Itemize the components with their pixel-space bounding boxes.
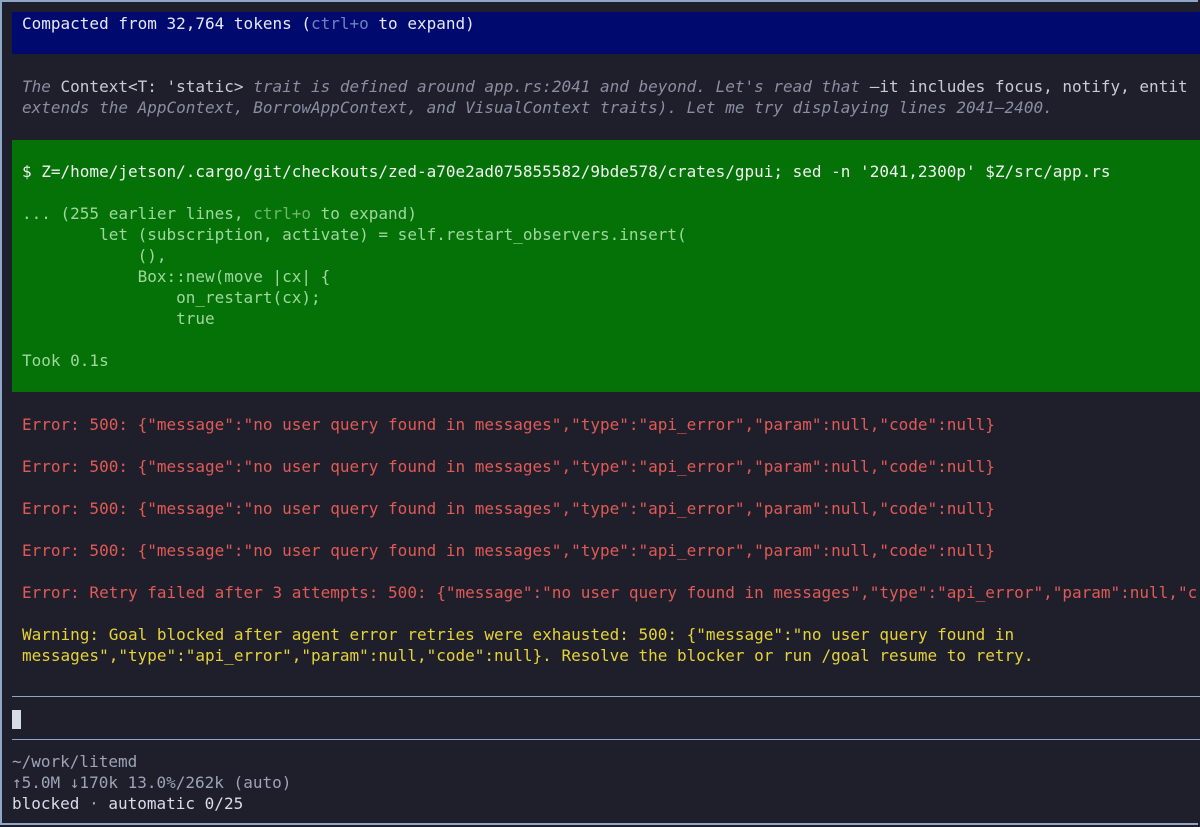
command-text: $ Z=/home/jetson/.cargo/git/checkouts/ze… (22, 162, 1111, 181)
command-duration: Took 0.1s (22, 351, 109, 370)
text-cursor (12, 710, 21, 729)
warning-message-line-2: messages","type":"api_error","param":nul… (22, 646, 1034, 665)
expand-shortcut[interactable]: ctrl+o (311, 14, 369, 33)
terminal-frame (0, 0, 1198, 825)
automatic-counter: automatic 0/25 (108, 794, 244, 813)
error-message: Error: 500: {"message":"no user query fo… (22, 499, 995, 518)
expand-shortcut[interactable]: ctrl+o (253, 204, 311, 223)
output-line: let (subscription, activate) = self.rest… (22, 225, 687, 244)
error-message: Error: 500: {"message":"no user query fo… (22, 541, 995, 560)
goal-status: blocked · automatic 0/25 (12, 794, 244, 813)
output-line: true (22, 309, 215, 328)
output-line: on_restart(cx); (22, 288, 321, 307)
error-message: Error: 500: {"message":"no user query fo… (22, 415, 995, 434)
mode-badge: blocked (12, 794, 80, 813)
output-line: Box::new(move |cx| { (22, 267, 331, 286)
collapsed-output-notice[interactable]: ... (255 earlier lines, ctrl+o to expand… (22, 203, 417, 224)
token-usage: ↑5.0M ↓170k 13.0%/262k (auto) (12, 773, 292, 792)
working-directory: ~/work/litemd (12, 752, 138, 771)
input-bottom-divider (12, 739, 1200, 740)
output-line: (), (22, 246, 167, 265)
command-block[interactable]: $ Z=/home/jetson/.cargo/git/checkouts/ze… (12, 140, 1200, 392)
assistant-thinking-line-2: extends the AppContext, BorrowAppContext… (22, 98, 1053, 117)
error-message: Error: 500: {"message":"no user query fo… (22, 457, 995, 476)
compacted-text: Compacted from 32,764 tokens (ctrl+o to … (22, 14, 475, 33)
error-message: Error: Retry failed after 3 attempts: 50… (22, 583, 1198, 602)
compacted-notice[interactable]: Compacted from 32,764 tokens (ctrl+o to … (12, 12, 1200, 54)
assistant-thinking-line-1: The Context<T: 'static> trait is defined… (22, 77, 1188, 96)
warning-message-line-1: Warning: Goal blocked after agent error … (22, 625, 1015, 644)
input-top-divider (12, 696, 1200, 697)
